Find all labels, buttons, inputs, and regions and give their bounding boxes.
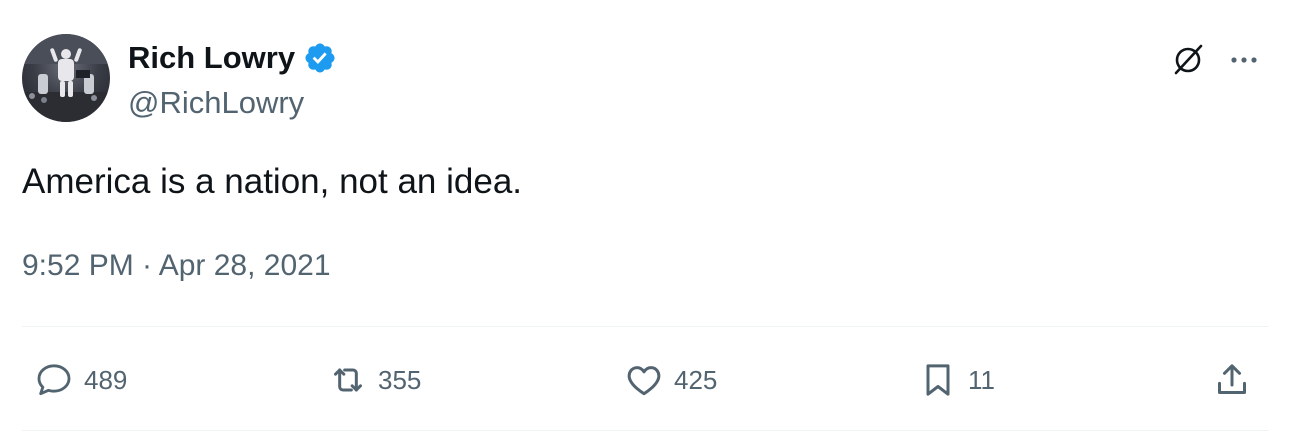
- like-button[interactable]: 425: [624, 356, 717, 404]
- retweet-button[interactable]: 355: [328, 356, 421, 404]
- author-handle[interactable]: @RichLowry: [128, 83, 304, 123]
- verified-badge-icon: [305, 43, 335, 73]
- retweet-count: 355: [378, 364, 422, 395]
- bookmark-button[interactable]: 11: [918, 356, 995, 404]
- tweet-text: America is a nation, not an idea.: [22, 162, 523, 201]
- reply-button[interactable]: 489: [34, 356, 127, 404]
- retweet-icon: [334, 368, 362, 392]
- reply-count: 489: [84, 364, 128, 395]
- divider-bottom: [22, 430, 1268, 431]
- like-icon: [627, 366, 661, 396]
- grok-icon[interactable]: [1168, 40, 1208, 80]
- like-count: 425: [674, 364, 718, 395]
- avatar-image: [22, 34, 110, 122]
- author-name[interactable]: Rich Lowry: [128, 38, 295, 78]
- bookmark-icon: [926, 364, 950, 396]
- tweet-timestamp[interactable]: 9:52 PM · Apr 28, 2021: [22, 246, 331, 286]
- more-icon[interactable]: [1224, 40, 1264, 80]
- reply-icon: [37, 364, 71, 396]
- bookmark-count: 11: [968, 364, 995, 395]
- avatar[interactable]: [22, 34, 110, 122]
- share-icon: [1218, 364, 1246, 394]
- author-name-row[interactable]: Rich Lowry: [128, 38, 337, 78]
- divider-top: [22, 326, 1268, 327]
- share-button[interactable]: [1212, 356, 1252, 404]
